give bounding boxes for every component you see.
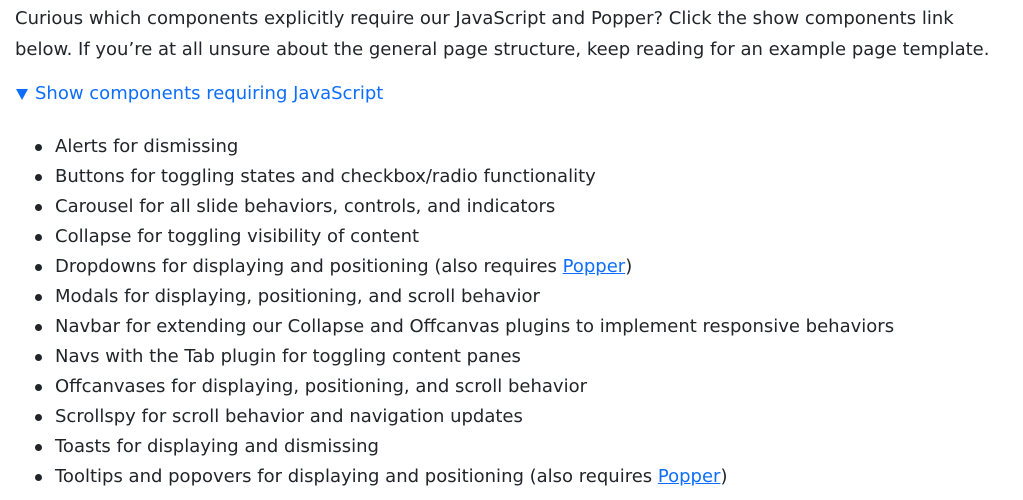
bullet-icon — [35, 354, 42, 361]
list-item: Buttons for toggling states and checkbox… — [35, 162, 1023, 192]
bullet-icon — [35, 204, 42, 211]
list-item: Tooltips and popovers for displaying and… — [35, 462, 1023, 492]
list-item-suffix: ) — [720, 466, 728, 487]
list-item-text: Carousel for all slide behaviors, contro… — [55, 196, 556, 217]
intro-paragraph: Curious which components explicitly requ… — [15, 0, 1015, 65]
bullet-icon — [35, 294, 42, 301]
list-item-text: Collapse for toggling visibility of cont… — [55, 226, 420, 247]
show-components-toggle[interactable]: Show components requiring JavaScript — [15, 82, 1023, 106]
list-item-text: Offcanvases for displaying, positioning,… — [55, 376, 587, 397]
list-item: Collapse for toggling visibility of cont… — [35, 222, 1023, 252]
list-item: Scrollspy for scroll behavior and naviga… — [35, 402, 1023, 432]
show-components-label: Show components requiring JavaScript — [35, 83, 384, 104]
list-item: Offcanvases for displaying, positioning,… — [35, 372, 1023, 402]
bullet-icon — [35, 474, 42, 481]
list-item: Toasts for displaying and dismissing — [35, 432, 1023, 462]
list-item-text: Buttons for toggling states and checkbox… — [55, 166, 596, 187]
bullet-icon — [35, 264, 42, 271]
bullet-icon — [35, 384, 42, 391]
list-item-text: Scrollspy for scroll behavior and naviga… — [55, 406, 523, 427]
components-list: Alerts for dismissing Buttons for togglin… — [15, 132, 1023, 492]
bullet-icon — [35, 414, 42, 421]
list-item: Navs with the Tab plugin for toggling co… — [35, 342, 1023, 372]
list-item-text: Tooltips and popovers for displaying and… — [55, 466, 658, 487]
intro-line-2: below. If you’re at all unsure about the… — [15, 39, 990, 60]
bullet-icon — [35, 174, 42, 181]
popper-link[interactable]: Popper — [563, 256, 626, 277]
list-item-text: Alerts for dismissing — [55, 136, 239, 157]
list-item: Dropdowns for displaying and positioning… — [35, 252, 1023, 282]
list-item-text: Modals for displaying, positioning, and … — [55, 286, 540, 307]
triangle-down-icon — [16, 88, 28, 100]
popper-link[interactable]: Popper — [658, 466, 721, 487]
list-item-suffix: ) — [625, 256, 633, 277]
bullet-icon — [35, 234, 42, 241]
list-item: Navbar for extending our Collapse and Of… — [35, 312, 1023, 342]
list-item-text: Toasts for displaying and dismissing — [55, 436, 379, 457]
list-item: Modals for displaying, positioning, and … — [35, 282, 1023, 312]
list-item-text: Navs with the Tab plugin for toggling co… — [55, 346, 521, 367]
bullet-icon — [35, 144, 42, 151]
main-content: Curious which components explicitly requ… — [0, 0, 1023, 492]
list-item: Alerts for dismissing — [35, 132, 1023, 162]
list-item: Carousel for all slide behaviors, contro… — [35, 192, 1023, 222]
bullet-icon — [35, 324, 42, 331]
bullet-icon — [35, 444, 42, 451]
intro-line-1: Curious which components explicitly requ… — [15, 8, 954, 29]
list-item-text: Navbar for extending our Collapse and Of… — [55, 316, 895, 337]
list-item-text: Dropdowns for displaying and positioning… — [55, 256, 563, 277]
